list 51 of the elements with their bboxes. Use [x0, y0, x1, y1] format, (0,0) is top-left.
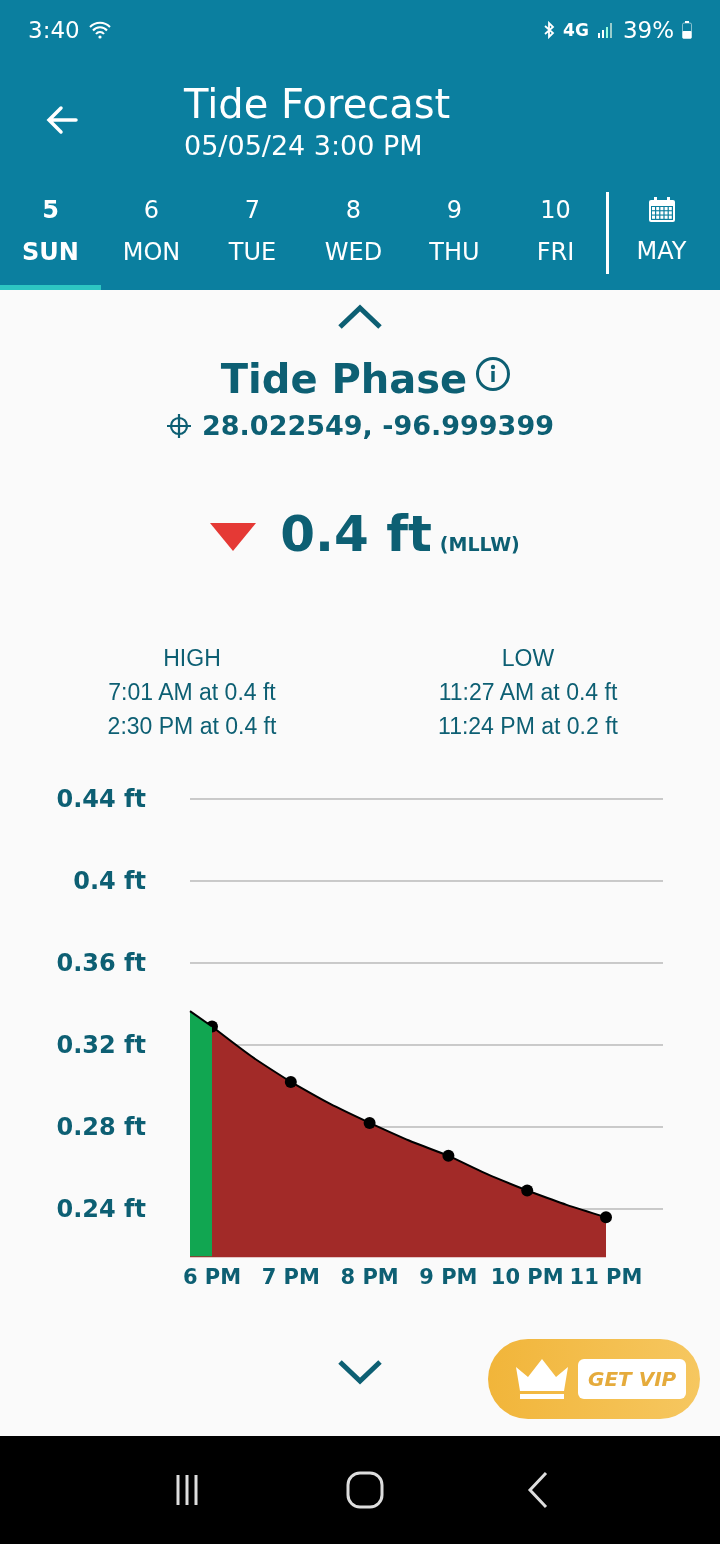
info-icon[interactable] — [475, 356, 512, 392]
x-axis-label: 7 PM — [261, 1265, 320, 1289]
forecast-datetime: 05/05/24 3:00 PM — [184, 129, 424, 161]
battery-icon — [682, 21, 692, 39]
y-axis-label: 0.32 ft — [56, 1031, 146, 1059]
datum-label: (MLLW) — [439, 533, 520, 555]
day-tab[interactable]: 10 FRI — [505, 180, 606, 290]
month-tab[interactable]: MAY — [609, 180, 714, 290]
extreme-label: HIGH — [163, 644, 221, 673]
y-axis-label: 0.24 ft — [56, 1195, 146, 1223]
x-axis-label: 10 PM — [490, 1265, 564, 1289]
section-title: Tide Phase — [220, 356, 468, 402]
crown-icon — [514, 1357, 570, 1401]
y-axis-label: 0.44 ft — [56, 785, 146, 813]
extreme-time: 11:24 PM at 0.2 ft — [438, 712, 618, 741]
extreme-label: LOW — [501, 644, 555, 673]
wifi-icon — [87, 21, 112, 39]
status-time: 3:40 — [28, 17, 80, 43]
y-axis-label: 0.36 ft — [56, 949, 146, 977]
bluetooth-icon — [543, 21, 556, 39]
chevron-down-button[interactable] — [337, 1359, 383, 1385]
coordinates: 28.022549, -96.999399 — [202, 410, 554, 441]
x-axis-label: 9 PM — [419, 1265, 478, 1289]
day-tab[interactable]: 6 MON — [101, 180, 202, 290]
extreme-time: 11:27 AM at 0.4 ft — [438, 678, 618, 707]
day-tab[interactable]: 8 WED — [303, 180, 404, 290]
day-tab[interactable]: 5 SUN — [0, 180, 101, 290]
day-tab[interactable]: 9 THU — [404, 180, 505, 290]
x-axis-label: 6 PM — [182, 1265, 242, 1289]
tide-height: 0.4 ft — [280, 505, 432, 563]
data-point — [363, 1116, 376, 1129]
extreme-time: 2:30 PM at 0.4 ft — [107, 712, 277, 741]
battery-percent: 39% — [622, 17, 674, 43]
day-tab[interactable]: 7 TUE — [202, 180, 303, 290]
data-point — [284, 1075, 297, 1088]
signal-icon — [596, 22, 615, 38]
calendar-icon — [647, 196, 676, 223]
chevron-up-button[interactable] — [337, 304, 383, 330]
data-point — [442, 1149, 455, 1162]
back-nav-icon[interactable] — [525, 1471, 550, 1509]
extreme-time: 7:01 AM at 0.4 ft — [108, 678, 276, 707]
screen-title: Tide Forecast — [184, 79, 451, 128]
network-type: 4G — [563, 20, 589, 40]
data-point — [600, 1211, 612, 1224]
x-axis-label: 11 PM — [569, 1265, 643, 1289]
y-axis-label: 0.28 ft — [56, 1113, 146, 1141]
y-axis-label: 0.4 ft — [73, 867, 146, 895]
crosshair-icon — [166, 412, 192, 439]
home-icon[interactable] — [345, 1470, 385, 1510]
data-point — [521, 1184, 534, 1197]
x-axis-label: 8 PM — [340, 1265, 399, 1289]
